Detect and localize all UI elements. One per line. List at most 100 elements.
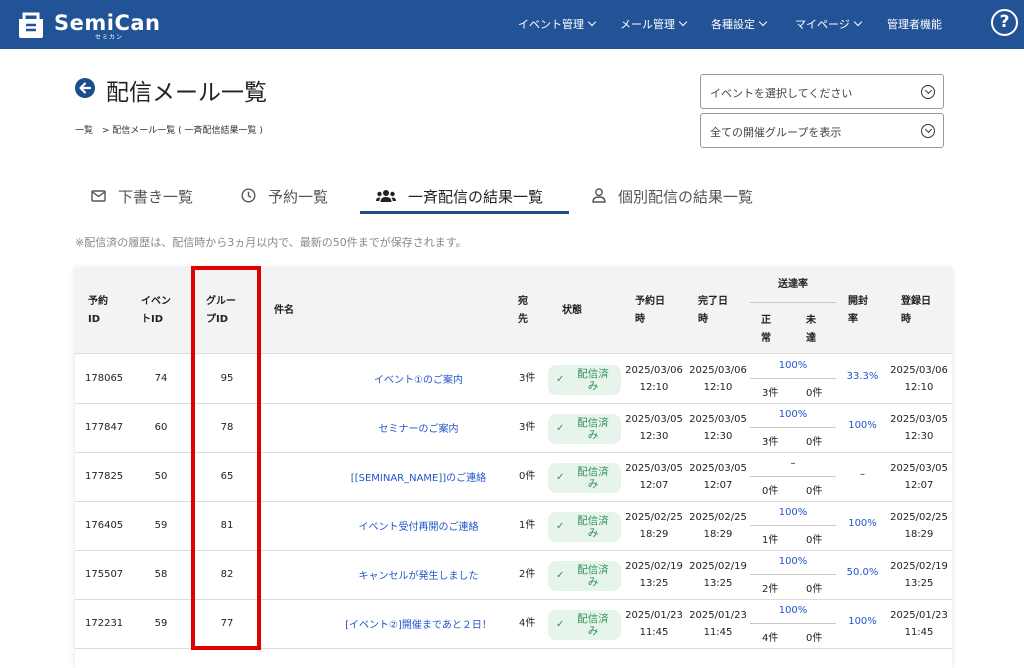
open-rate-link[interactable]: 100% (839, 518, 886, 529)
delivery-rate-link[interactable]: 100% (747, 409, 839, 420)
chevron-down-circle-icon (921, 124, 935, 138)
rate-divider (750, 378, 836, 379)
cell-destination-count: 0件 (519, 471, 536, 482)
cell-delivered-ng: 0件 (806, 633, 823, 644)
nav-event-management[interactable]: イベント管理 (518, 16, 597, 32)
th-destination: 宛先 (518, 296, 528, 325)
rate-divider (750, 525, 836, 526)
cell-reserved-at: 2025/02/25 18:29 (625, 512, 683, 540)
th-reserved-at: 予約日時 (635, 296, 665, 325)
cell-registered-at: 2025/02/19 13:25 (890, 561, 948, 589)
status-label: 配信済み (577, 368, 609, 392)
cell-delivered-ok: 1件 (762, 535, 779, 546)
cell-delivery-rate: 100% 1件 0件 (747, 502, 839, 550)
cell-reserve-id: 177825 (85, 471, 124, 482)
cell-completed-at: 2025/01/23 11:45 (689, 610, 747, 638)
rate-divider (750, 427, 836, 428)
delivery-rate-link[interactable]: 100% (747, 507, 839, 518)
cell-completed-at: 2025/02/25 18:29 (689, 512, 747, 540)
th-open-rate: 開封率 (848, 296, 868, 325)
cell-event-id: 59 (154, 520, 168, 531)
cell-delivery-rate: 100% 2件 0件 (747, 551, 839, 599)
cell-delivered-ng: 0件 (806, 584, 823, 595)
rate-divider (750, 574, 836, 575)
th-status: 状態 (562, 305, 582, 316)
cell-delivery-rate: 100% 4件 0件 (747, 600, 839, 648)
check-icon: ✓ (556, 619, 565, 630)
nav-label: 各種設定 (711, 18, 755, 31)
group-id-highlight-box (191, 266, 261, 650)
tab-reservations[interactable]: 予約一覧 (241, 186, 328, 214)
status-label: 配信済み (577, 564, 609, 588)
cell-event-id: 50 (154, 471, 168, 482)
cell-delivered-ok: 3件 (762, 388, 779, 399)
cell-delivered-ok: 4件 (762, 633, 779, 644)
cell-destination-count: 1件 (519, 520, 536, 531)
chevron-down-icon (678, 17, 688, 27)
chevron-down-circle-icon (921, 85, 935, 99)
delivery-rate-link[interactable]: 100% (747, 605, 839, 616)
back-arrow-icon[interactable] (75, 78, 95, 98)
brand-subtitle: セミカン (95, 34, 124, 41)
status-label: 配信済み (577, 417, 609, 441)
cell-event-id: 74 (154, 373, 168, 384)
status-badge: ✓ 配信済み (548, 610, 621, 640)
rate-divider (750, 476, 836, 477)
cell-reserved-at: 2025/02/19 13:25 (625, 561, 683, 589)
nav-label: イベント管理 (518, 18, 584, 31)
semican-logo[interactable]: SemiCan セミカン (16, 10, 160, 41)
cell-reserve-id: 176405 (85, 520, 124, 531)
open-rate-link[interactable]: 33.3% (839, 371, 886, 382)
cell-registered-at: 2025/03/05 12:07 (890, 463, 948, 491)
nav-mypage[interactable]: マイページ (795, 16, 863, 32)
delivery-rate-link[interactable]: 100% (747, 360, 839, 371)
cell-delivered-ng: 0件 (806, 437, 823, 448)
check-icon: ✓ (556, 423, 565, 434)
open-rate-link[interactable]: 100% (839, 616, 886, 627)
tab-label: 一斉配信の結果一覧 (408, 188, 544, 206)
check-icon: ✓ (556, 570, 565, 581)
th-reserve-id: 予約 ID (88, 296, 108, 325)
open-rate-link[interactable]: 100% (839, 420, 886, 431)
tab-drafts[interactable]: 下書き一覧 (91, 186, 193, 214)
nav-mail-management[interactable]: メール管理 (620, 16, 688, 32)
nav-settings[interactable]: 各種設定 (711, 16, 768, 32)
active-tab-indicator (360, 211, 569, 214)
cell-delivery-rate: 100% 3件 0件 (747, 355, 839, 403)
retention-note: ※配信済の履歴は、配信時から3ヵ月以内で、最新の50件までが保存されます。 (75, 236, 467, 249)
status-badge: ✓ 配信済み (548, 463, 621, 493)
cell-delivered-ok: 2件 (762, 584, 779, 595)
user-icon (592, 188, 606, 203)
cell-registered-at: 2025/01/23 11:45 (890, 610, 948, 638)
breadcrumb-current: > 配信メール一覧 ( 一斉配信結果一覧 ) (101, 126, 263, 136)
clock-icon (241, 188, 256, 203)
group-select[interactable]: 全ての開催グループを表示 (700, 113, 944, 148)
th-delivery-rate: 送達率 (778, 279, 808, 290)
check-icon: ✓ (556, 521, 565, 532)
tab-label: 個別配信の結果一覧 (618, 188, 754, 206)
open-rate-link: – (860, 469, 865, 480)
cell-reserved-at: 2025/03/05 12:30 (625, 414, 683, 442)
envelope-icon (91, 189, 106, 202)
tab-individual-results[interactable]: 個別配信の結果一覧 (592, 186, 753, 214)
breadcrumb: 一覧 > 配信メール一覧 ( 一斉配信結果一覧 ) (75, 123, 263, 136)
page-title: 配信メール一覧 (106, 80, 267, 106)
check-icon: ✓ (556, 472, 565, 483)
open-rate-link[interactable]: 50.0% (839, 567, 886, 578)
th-completed-at: 完了日時 (698, 296, 728, 325)
tab-bulk-results[interactable]: 一斉配信の結果一覧 (376, 186, 543, 214)
nav-label: 管理者機能 (887, 18, 942, 31)
nav-label: マイページ (795, 18, 850, 31)
nav-admin[interactable]: 管理者機能 (887, 16, 942, 32)
status-badge: ✓ 配信済み (548, 512, 621, 542)
cell-reserve-id: 177847 (85, 422, 124, 433)
help-icon[interactable]: ? (991, 9, 1018, 36)
breadcrumb-home-link[interactable]: 一覧 (75, 126, 93, 136)
event-select[interactable]: イベントを選択してください (700, 74, 944, 109)
chevron-down-icon (758, 17, 768, 27)
th-divider (750, 302, 836, 303)
cell-delivered-ng: 0件 (806, 388, 823, 399)
th-ng: 未達 (806, 315, 816, 344)
cell-registered-at: 2025/03/05 12:30 (890, 414, 948, 442)
delivery-rate-link[interactable]: 100% (747, 556, 839, 567)
